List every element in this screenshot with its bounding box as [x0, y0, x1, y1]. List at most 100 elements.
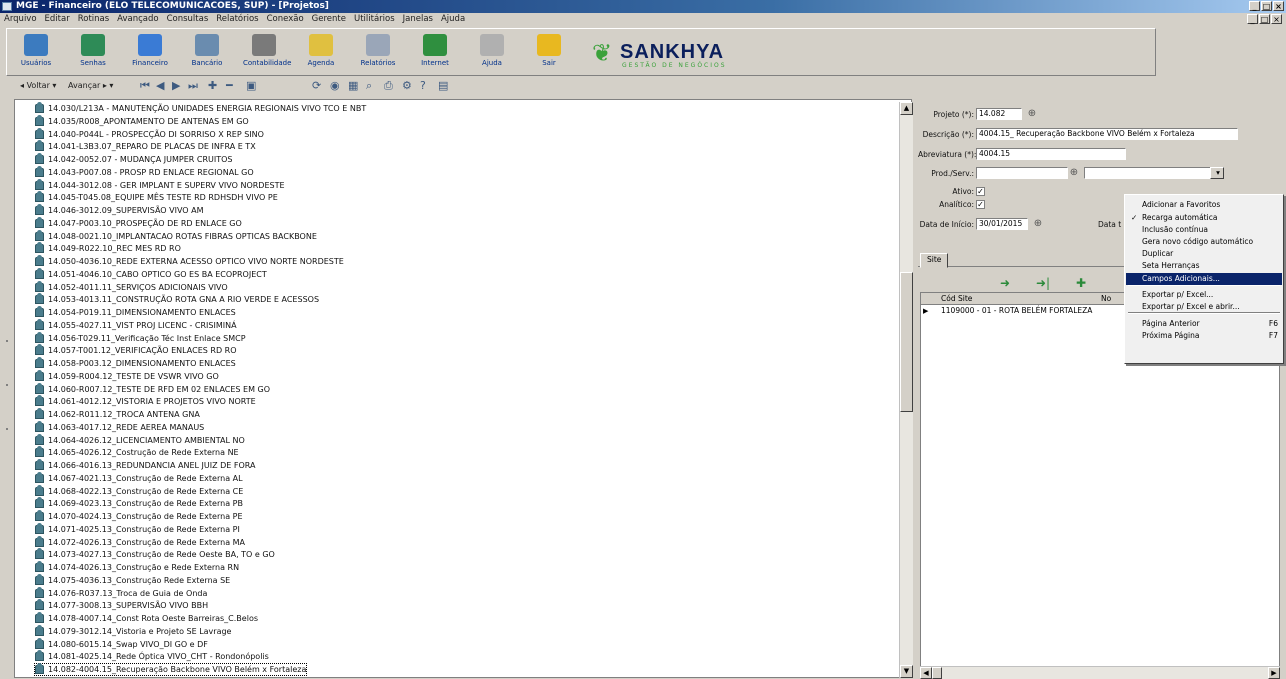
scroll-left-arrow[interactable]: ◀ [920, 667, 932, 679]
context-menu-item[interactable]: Página Anterior F6 [1126, 318, 1282, 330]
refresh-icon[interactable]: ⟳ [312, 80, 321, 92]
target-icon[interactable]: ◉ [330, 80, 340, 92]
toolbar-button-bancário[interactable]: Bancário [186, 32, 228, 72]
lookup-icon[interactable]: ⊕ [1026, 108, 1038, 120]
prod-serv-desc-field[interactable] [1084, 167, 1224, 179]
tree-item[interactable]: 14.046-3012.09_SUPERVISÃO VIVO AM [35, 204, 204, 216]
forward-button[interactable]: Avançar ▸ ▾ [68, 79, 113, 93]
help-icon[interactable]: ? [420, 80, 426, 92]
tree-item[interactable]: 14.079-3012.14_Vistoria e Projeto SE Lav… [35, 624, 231, 637]
add-record-icon[interactable]: ✚ [208, 80, 217, 92]
context-menu-item[interactable]: Exportar p/ Excel... [1126, 289, 1282, 301]
menu-item[interactable]: Conexão [263, 13, 308, 26]
tree-item[interactable]: 14.076-R037.13_Troca de Guia de Onda [35, 586, 207, 599]
tree-item[interactable]: 14.054-P019.11_DIMENSIONAMENTO ENLACES [35, 306, 236, 318]
descricao-field[interactable]: 4004.15_ Recuperação Backbone VIVO Belém… [976, 128, 1238, 140]
toolbar-button-sair[interactable]: Sair [528, 32, 570, 72]
context-menu-item[interactable]: Próxima Página F7 [1126, 330, 1282, 342]
hscroll-thumb[interactable] [932, 667, 942, 679]
context-menu-item[interactable]: Inclusão contínua [1126, 224, 1282, 236]
close-button[interactable]: × [1273, 1, 1284, 11]
toolbar-button-contabilidade[interactable]: Contabilidade [243, 32, 291, 72]
tree-item[interactable]: 14.077-3008.13_SUPERVISÃO VIVO BBH [35, 599, 208, 611]
menu-item[interactable]: Relatórios [212, 13, 262, 26]
column-header-nome[interactable]: No [1101, 293, 1111, 304]
tree-item[interactable]: 14.057-T001.12_VERIFICAÇÃO ENLACES RD RO [35, 344, 237, 356]
tree-item[interactable]: 14.068-4022.13_Construção de Rede Extern… [35, 484, 243, 497]
next-record-icon[interactable]: ▶ [172, 80, 180, 92]
context-menu-item[interactable]: Exportar p/ Excel e abrir... [1126, 301, 1282, 313]
print-icon[interactable]: ⎙ [384, 80, 393, 92]
next-icon[interactable]: ➜ [1000, 277, 1010, 289]
scroll-right-arrow[interactable]: ▶ [1268, 667, 1280, 679]
prod-serv-code-field[interactable] [976, 167, 1068, 179]
tree-item[interactable]: 14.062-R011.12_TROCA ANTENA GNA [35, 408, 200, 420]
tree-item[interactable]: 14.082-4004.15_Recuperação Backbone VIVO… [33, 663, 308, 676]
tree-item[interactable]: 14.030/L213A - MANUTENÇÃO UNIDADES ENERG… [35, 102, 366, 114]
tree-item[interactable]: 14.070-4024.13_Construção de Rede Extern… [35, 510, 243, 522]
menu-item[interactable]: Editar [41, 13, 74, 26]
toolbar-button-senhas[interactable]: Senhas [72, 32, 114, 72]
tree-item[interactable]: 14.075-4036.13_Construção Rede Externa S… [35, 573, 230, 586]
settings-icon[interactable]: ⚙ [402, 80, 412, 92]
tree-item[interactable]: 14.048-0021.10_IMPLANTACAO ROTAS FIBRAS … [35, 229, 317, 242]
last-record-icon[interactable]: ⏭ [188, 80, 198, 92]
tab-site[interactable]: Site [920, 253, 949, 268]
minimize-button[interactable]: _ [1249, 1, 1260, 11]
toolbar-button-internet[interactable]: Internet [414, 32, 456, 72]
tree-item[interactable]: 14.071-4025.13_Construção de Rede Extern… [35, 522, 240, 535]
abreviatura-field[interactable]: 4004.15 [976, 148, 1126, 160]
tree-item[interactable]: 14.058-P003.12_DIMENSIONAMENTO ENLACES [35, 357, 236, 369]
column-header-cod-site[interactable]: Cód Site [941, 293, 972, 304]
tree-item[interactable]: 14.078-4007.14_Const Rota Oeste Barreira… [35, 612, 258, 624]
context-menu-item[interactable]: Duplicar [1126, 248, 1282, 260]
first-record-icon[interactable]: ⏮ [140, 80, 150, 92]
menu-item[interactable]: Janelas [399, 13, 437, 26]
menu-item[interactable]: Avançado [113, 13, 162, 26]
scroll-thumb[interactable] [900, 272, 913, 412]
tree-item[interactable]: 14.050-4036.10_REDE EXTERNA ACESSO OPTIC… [35, 255, 344, 267]
menu-item[interactable]: Consultas [163, 13, 213, 26]
search-icon[interactable]: ⌕ [366, 80, 372, 92]
context-menu-item[interactable]: Seta Herranças [1126, 260, 1282, 272]
prod-serv-dropdown-button[interactable]: ▾ [1210, 167, 1224, 179]
tree-item[interactable]: 14.073-4027.13_Construção de Rede Oeste … [35, 548, 275, 560]
scroll-up-arrow[interactable]: ▲ [900, 102, 913, 115]
previous-record-icon[interactable]: ◀ [156, 80, 164, 92]
export-icon[interactable]: ▤ [438, 80, 448, 92]
tree-item[interactable]: 14.064-4026.12_LICENCIAMENTO AMBIENTAL N… [35, 433, 245, 446]
data-inicio-field[interactable]: 30/01/2015 [976, 218, 1028, 230]
menu-item[interactable]: Gerente [308, 13, 350, 26]
tree-item[interactable]: 14.053-4013.11_CONSTRUÇÃO ROTA GNA A RIO… [35, 293, 319, 305]
tree-item[interactable]: 14.035/R008_APONTAMENTO DE ANTENAS EM GO [35, 114, 249, 127]
toolbar-button-ajuda[interactable]: Ajuda [471, 32, 513, 72]
menu-item[interactable]: Ajuda [437, 13, 469, 26]
back-button[interactable]: ◂ Voltar ▾ [20, 79, 56, 93]
tree-item[interactable]: 14.080-6015.14_Swap VIVO_DI GO e DF [35, 637, 208, 650]
tree-item[interactable]: 14.051-4046.10_CABO OPTICO GO ES BA ECOP… [35, 267, 267, 280]
tree-item[interactable]: 14.060-R007.12_TESTE DE RFD EM 02 ENLACE… [35, 382, 270, 395]
tree-item[interactable]: 14.059-R004.12_TESTE DE VSWR VIVO GO [35, 369, 219, 382]
prod-serv-lookup-icon[interactable]: ⊕ [1068, 167, 1080, 179]
tree-item[interactable]: 14.063-4017.12_REDE AEREA MANAUS [35, 420, 204, 433]
menu-item[interactable]: Rotinas [74, 13, 113, 26]
tree-item[interactable]: 14.072-4026.13_Construção de Rede Extern… [35, 535, 245, 548]
remove-record-icon[interactable]: ━ [226, 80, 233, 92]
tree-item[interactable]: 14.040-P044L - PROSPECÇÃO DI SORRISO X R… [35, 127, 264, 140]
grid-view-icon[interactable]: ▦ [348, 80, 358, 92]
analitico-checkbox[interactable]: ✓ [976, 200, 985, 209]
tree-item[interactable]: 14.069-4023.13_Construção de Rede Extern… [35, 497, 243, 509]
calendar-icon[interactable]: ⊕ [1032, 218, 1044, 230]
tree-item[interactable]: 14.061-4012.12_VISTORIA E PROJETOS VIVO … [35, 395, 256, 407]
toolbar-button-financeiro[interactable]: Financeiro [129, 32, 171, 72]
context-menu-item[interactable]: Adicionar a Favoritos [1126, 199, 1282, 211]
context-menu-item[interactable]: ✓ Recarga automática [1126, 212, 1282, 224]
add-icon[interactable]: ✚ [1076, 277, 1086, 289]
mdi-close-button[interactable]: × [1271, 14, 1282, 24]
scroll-down-arrow[interactable]: ▼ [900, 665, 913, 678]
context-menu-item[interactable]: Campos Adicionais... [1126, 273, 1282, 285]
tree-item[interactable]: 14.056-T029.11_Verificação Téc Inst Enla… [35, 331, 246, 344]
toolbar-button-relatórios[interactable]: Relatórios [357, 32, 399, 72]
tree-item[interactable]: 14.081-4025.14_Rede Óptica VIVO_CHT - Ro… [35, 650, 269, 662]
save-icon[interactable]: ▣ [246, 80, 256, 92]
